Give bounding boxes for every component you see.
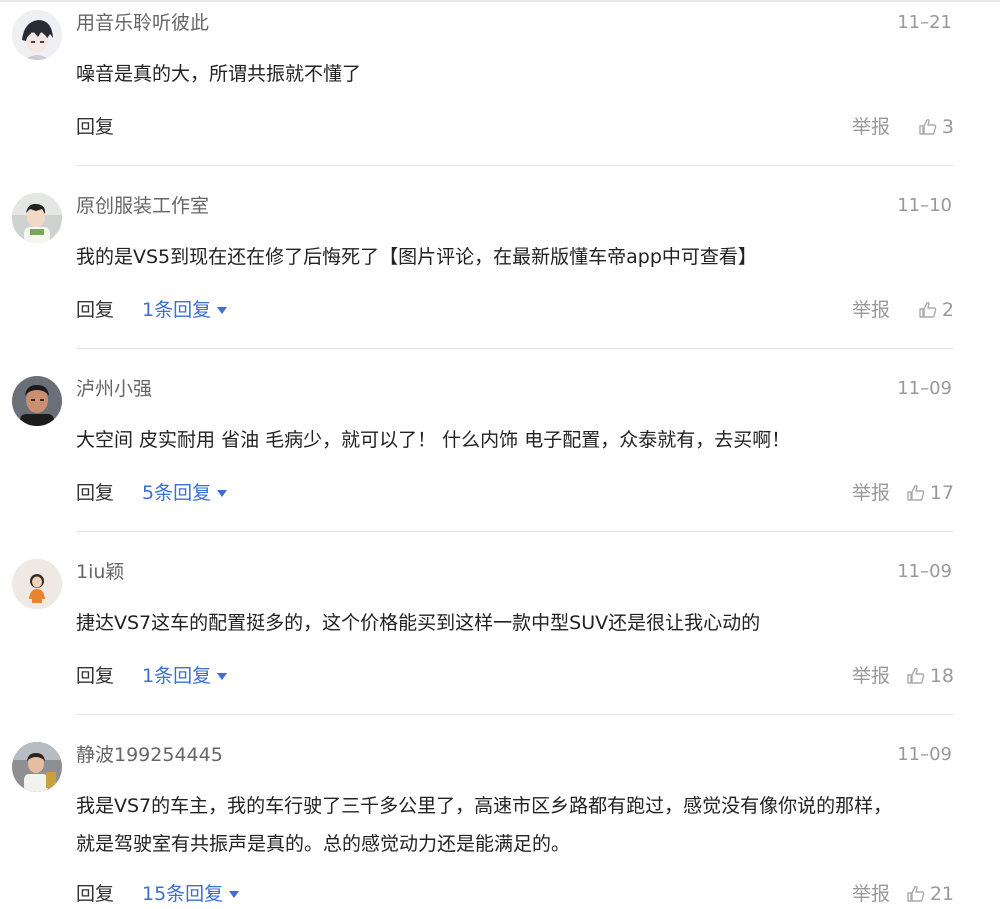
- report-button[interactable]: 举报: [852, 295, 890, 325]
- report-button[interactable]: 举报: [852, 478, 890, 508]
- thumb-up-icon: [907, 885, 925, 902]
- comment-date: 11–09: [897, 561, 952, 582]
- thumb-up-icon: [907, 667, 925, 684]
- like-button[interactable]: 3: [918, 112, 954, 142]
- comment-actions: 回复 1条回复 举报 2: [76, 295, 954, 325]
- divider: [76, 714, 954, 715]
- comment-username[interactable]: 泸州小强: [76, 376, 152, 402]
- reply-button[interactable]: 回复: [76, 295, 114, 325]
- avatar[interactable]: [12, 376, 62, 426]
- caret-down-icon: [229, 891, 240, 898]
- comment-text: 大空间 皮实耐用 省油 毛病少，就可以了！ 什么内饰 电子配置，众泰就有，去买啊…: [76, 421, 956, 459]
- view-replies-link[interactable]: 15条回复: [142, 879, 240, 909]
- avatar[interactable]: [12, 559, 62, 609]
- like-count: 21: [929, 883, 954, 905]
- replies-count-label: 1条回复: [142, 665, 212, 687]
- like-count: 17: [929, 482, 954, 504]
- top-border: [0, 0, 1000, 2]
- replies-count-label: 1条回复: [142, 299, 212, 321]
- comment-text-line: 就是驾驶室有共振声是真的。总的感觉动力还是能满足的。: [76, 833, 571, 855]
- comment-username[interactable]: 1iu颖: [76, 559, 124, 585]
- report-button[interactable]: 举报: [852, 879, 890, 909]
- reply-button[interactable]: 回复: [76, 661, 114, 691]
- thumb-up-icon: [907, 484, 925, 501]
- comment-date: 11–09: [897, 744, 952, 765]
- comment-text: 我的是VS5到现在还在修了后悔死了【图片评论，在最新版懂车帝app中可查看】: [76, 238, 956, 276]
- comment-text-line: 噪音是真的大，所谓共振就不懂了: [76, 63, 362, 85]
- avatar[interactable]: [12, 10, 62, 60]
- like-count: 3: [941, 116, 954, 138]
- comment-actions: 回复 举报 3: [76, 112, 954, 142]
- comment-text-line: 我是VS7的车主，我的车行驶了三千多公里了，高速市区乡路都有跑过，感觉没有像你说…: [76, 795, 893, 817]
- comment-text-line: 捷达VS7这车的配置挺多的，这个价格能买到这样一款中型SUV还是很让我心动的: [76, 612, 761, 634]
- reply-button[interactable]: 回复: [76, 879, 114, 909]
- divider: [76, 348, 954, 349]
- view-replies-link[interactable]: 1条回复: [142, 661, 228, 691]
- view-replies-link[interactable]: 5条回复: [142, 478, 228, 508]
- thumb-up-icon: [919, 301, 937, 318]
- comment-date: 11–10: [897, 195, 952, 216]
- thumb-up-icon: [919, 118, 937, 135]
- like-button[interactable]: 18: [906, 661, 954, 691]
- like-button[interactable]: 21: [906, 879, 954, 909]
- caret-down-icon: [217, 490, 228, 497]
- comment-actions: 回复 5条回复 举报 17: [76, 478, 954, 508]
- replies-count-label: 5条回复: [142, 482, 212, 504]
- view-replies-link[interactable]: 1条回复: [142, 295, 228, 325]
- divider: [76, 165, 954, 166]
- like-count: 2: [941, 299, 954, 321]
- reply-button[interactable]: 回复: [76, 478, 114, 508]
- comment-actions: 回复 1条回复 举报 18: [76, 661, 954, 691]
- replies-count-label: 15条回复: [142, 883, 224, 905]
- comment-date: 11–09: [897, 378, 952, 399]
- comment-username[interactable]: 静波199254445: [76, 742, 223, 768]
- like-button[interactable]: 17: [906, 478, 954, 508]
- comment-text: 捷达VS7这车的配置挺多的，这个价格能买到这样一款中型SUV还是很让我心动的: [76, 604, 956, 642]
- comment-text-line: 我的是VS5到现在还在修了后悔死了【图片评论，在最新版懂车帝app中可查看】: [76, 246, 757, 268]
- like-button[interactable]: 2: [918, 295, 954, 325]
- comment-date: 11–21: [897, 12, 952, 33]
- avatar[interactable]: [12, 742, 62, 792]
- reply-button[interactable]: 回复: [76, 112, 114, 142]
- report-button[interactable]: 举报: [852, 112, 890, 142]
- divider: [76, 531, 954, 532]
- comment-text: 噪音是真的大，所谓共振就不懂了: [76, 55, 956, 93]
- comment-username[interactable]: 用音乐聆听彼此: [76, 10, 209, 36]
- comment-text-line: 大空间 皮实耐用 省油 毛病少，就可以了！ 什么内饰 电子配置，众泰就有，去买啊…: [76, 429, 791, 451]
- comment-actions: 回复 15条回复 举报 21: [76, 879, 954, 909]
- caret-down-icon: [217, 673, 228, 680]
- like-count: 18: [929, 665, 954, 687]
- report-button[interactable]: 举报: [852, 661, 890, 691]
- avatar[interactable]: [12, 193, 62, 243]
- comment-text: 我是VS7的车主，我的车行驶了三千多公里了，高速市区乡路都有跑过，感觉没有像你说…: [76, 787, 956, 863]
- caret-down-icon: [217, 307, 228, 314]
- comment-username[interactable]: 原创服装工作室: [76, 193, 209, 219]
